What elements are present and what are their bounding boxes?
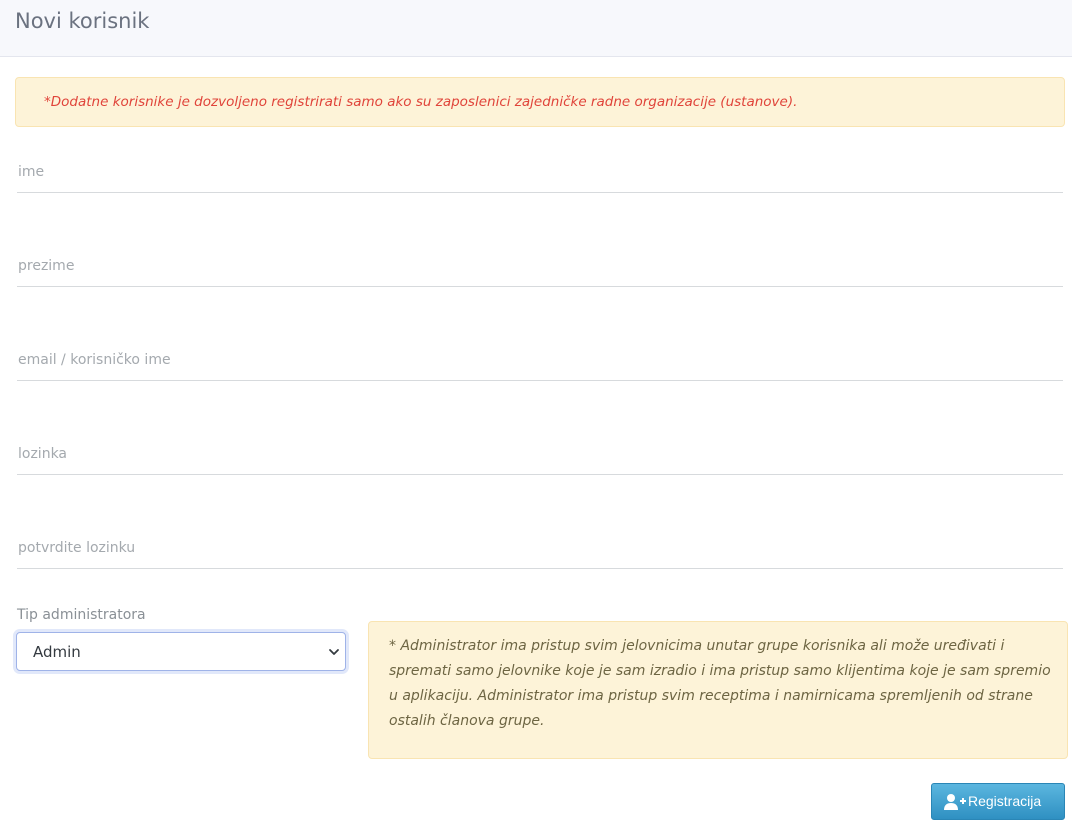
last-name-input[interactable] [17, 254, 1063, 278]
registration-notice-text: *Dodatne korisnike je dozvoljeno registr… [44, 94, 798, 110]
chevron-down-icon [329, 649, 339, 655]
register-button[interactable]: Registracija [931, 783, 1065, 820]
admin-info-text: * Administrator ima pristup svim jelovni… [389, 638, 1051, 729]
password-confirm-input[interactable] [17, 536, 1063, 560]
password-input[interactable] [17, 442, 1063, 466]
registration-notice: *Dodatne korisnike je dozvoljeno registr… [15, 77, 1065, 127]
page-title: Novi korisnik [15, 9, 150, 33]
last-name-field [17, 242, 1063, 287]
password-field [17, 430, 1063, 475]
register-button-label: Registracija [968, 793, 1042, 809]
admin-type-label: Tip administratora [17, 607, 146, 623]
user-plus-icon [944, 794, 966, 810]
admin-info-box: * Administrator ima pristup svim jelovni… [368, 621, 1068, 759]
email-input[interactable] [17, 348, 1063, 372]
first-name-field [17, 148, 1063, 193]
page-header: Novi korisnik [0, 0, 1072, 57]
admin-type-select[interactable]: Admin [16, 632, 346, 671]
admin-type-selected-value: Admin [33, 643, 81, 661]
password-confirm-field [17, 524, 1063, 569]
first-name-input[interactable] [17, 160, 1063, 184]
email-field [17, 336, 1063, 381]
